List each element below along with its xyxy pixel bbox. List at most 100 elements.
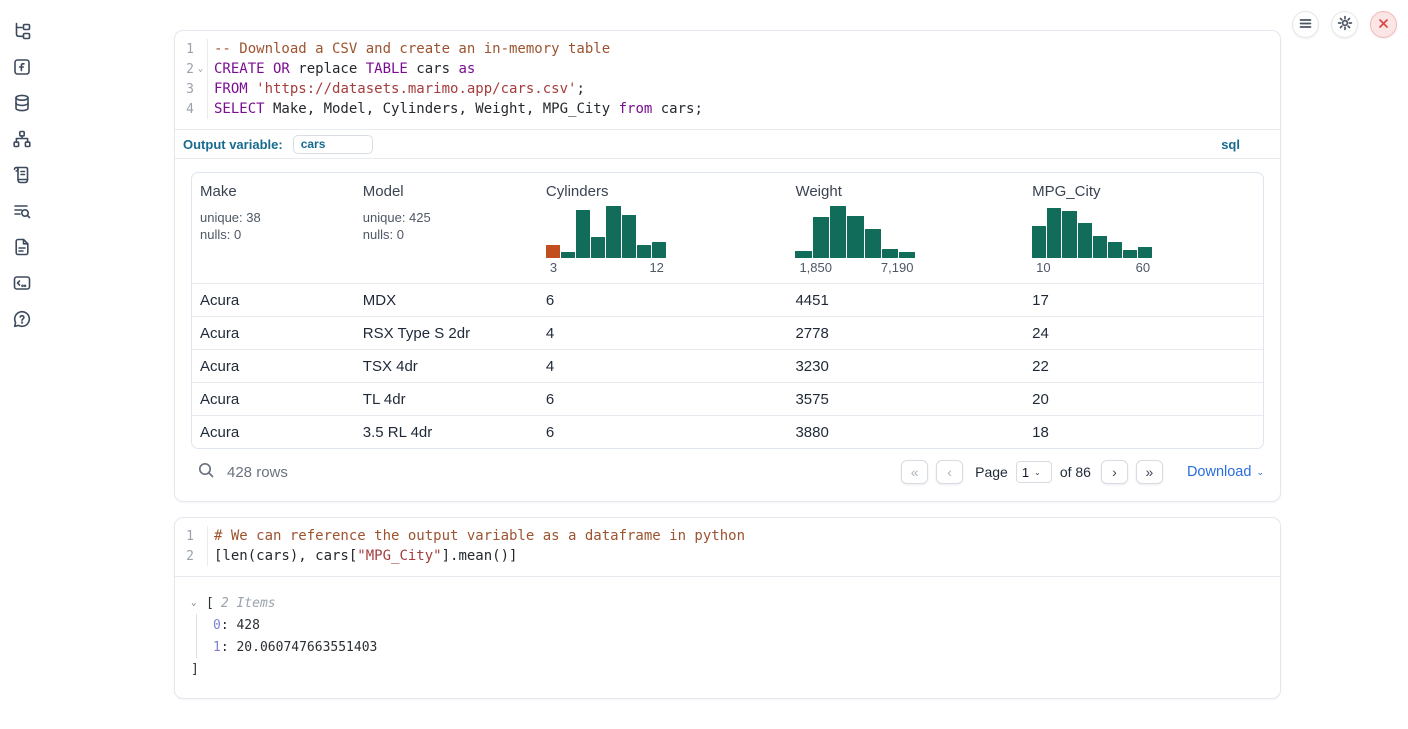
sidebar-item-variables[interactable] <box>4 50 40 86</box>
column-histogram: 312 <box>546 206 666 275</box>
page-select-value: 1 <box>1022 465 1029 480</box>
column-name: Model <box>363 183 532 200</box>
sql-code-editor[interactable]: 1 -- Download a CSV and create an in-memo… <box>175 31 1280 129</box>
tree-entry: 1: 20.060747663551403 <box>213 636 1264 658</box>
column-stats: unique: 38nulls: 0 <box>200 209 349 243</box>
column-histogram: 1,8507,190 <box>795 206 915 275</box>
column-header[interactable]: Makeunique: 38nulls: 0 <box>192 173 355 283</box>
histogram-bar <box>899 252 915 258</box>
download-button[interactable]: Download ⌄ <box>1187 464 1264 480</box>
next-page-button[interactable]: › <box>1101 460 1128 484</box>
code-text: FROM 'https://datasets.marimo.app/cars.c… <box>208 81 585 97</box>
column-header[interactable]: Modelunique: 425nulls: 0 <box>355 173 538 283</box>
file-tree-icon <box>12 21 32 44</box>
histogram-bar <box>795 251 811 258</box>
table-cell: 2778 <box>787 317 1024 349</box>
histogram-bar <box>882 249 898 258</box>
column-header[interactable]: MPG_City1060 <box>1024 173 1263 283</box>
table-cell: 4451 <box>787 284 1024 316</box>
stat-line: unique: 425 <box>363 209 532 226</box>
line-number: 4 <box>186 102 194 117</box>
last-page-button[interactable]: » <box>1136 460 1163 484</box>
axis-max-label: 7,190 <box>881 260 914 275</box>
table-cell: 3.5 RL 4dr <box>355 416 538 448</box>
download-label: Download <box>1187 464 1252 480</box>
page-select[interactable]: 1 ⌄ <box>1016 461 1052 483</box>
python-code-editor[interactable]: 1# We can reference the output variable … <box>175 518 1280 576</box>
code-token: ; <box>576 81 584 97</box>
stat-line: unique: 38 <box>200 209 349 226</box>
column-header[interactable]: Weight1,8507,190 <box>787 173 1024 283</box>
code-token: -- Download a CSV and create an in-memor… <box>214 41 610 57</box>
histogram-bar <box>622 215 636 258</box>
table-row[interactable]: AcuraRSX Type S 2dr4277824 <box>192 316 1263 349</box>
code-text: # We can reference the output variable a… <box>208 528 745 544</box>
code-line: 3 FROM 'https://datasets.marimo.app/cars.… <box>175 79 1280 99</box>
page-label: Page <box>975 464 1008 480</box>
histogram-bars <box>795 206 915 258</box>
settings-button[interactable] <box>1331 11 1358 38</box>
file-text-icon <box>12 237 32 260</box>
line-gutter: 3 <box>175 79 208 99</box>
histogram-bar <box>1078 223 1092 258</box>
output-variable-label: Output variable: <box>183 137 283 152</box>
line-gutter: 4 <box>175 99 208 119</box>
histogram-bar <box>652 242 666 258</box>
table-cell: 6 <box>538 284 788 316</box>
line-gutter: 1 <box>175 39 208 59</box>
notebook: 1 -- Download a CSV and create an in-memo… <box>174 30 1281 699</box>
close-bracket: ] <box>191 658 1264 680</box>
table-row[interactable]: AcuraMDX6445117 <box>192 283 1263 316</box>
table-cell: Acura <box>192 350 355 382</box>
menu-button[interactable] <box>1292 11 1319 38</box>
first-page-button[interactable]: « <box>901 460 928 484</box>
table-cell: 18 <box>1024 416 1263 448</box>
tree-root-row: ⌄ [ 2 Items <box>191 592 1264 614</box>
code-line: 1# We can reference the output variable … <box>175 526 1280 546</box>
search-icon[interactable] <box>197 461 215 483</box>
sidebar-item-help[interactable] <box>4 302 40 338</box>
table-cell: RSX Type S 2dr <box>355 317 538 349</box>
table-row[interactable]: Acura3.5 RL 4dr6388018 <box>192 415 1263 448</box>
sidebar-item-documentation[interactable] <box>4 230 40 266</box>
sidebar-item-logs[interactable] <box>4 194 40 230</box>
histogram-bar <box>561 252 575 258</box>
histogram-bars <box>1032 206 1152 258</box>
sidebar-item-datasources[interactable] <box>4 86 40 122</box>
gear-icon <box>1337 15 1353 34</box>
pagination: « ‹ Page 1 ⌄ of 86 › » Download ⌄ <box>901 460 1264 484</box>
table-cell: 4 <box>538 317 788 349</box>
code-line: 4SELECT Make, Model, Cylinders, Weight, … <box>175 99 1280 119</box>
table-cell: 3575 <box>787 383 1024 415</box>
tree-entry-key: 0 <box>213 618 221 633</box>
prev-page-button[interactable]: ‹ <box>936 460 963 484</box>
sidebar-item-dependency-graph[interactable] <box>4 122 40 158</box>
code-line: 2⌄CREATE OR replace TABLE cars as <box>175 59 1280 79</box>
table-cell: Acura <box>192 317 355 349</box>
histogram-bar <box>1138 247 1152 258</box>
output-variable-input[interactable] <box>293 135 373 154</box>
sidebar-item-scratchpad[interactable] <box>4 158 40 194</box>
scroll-icon <box>12 165 32 188</box>
code-token: cars; <box>652 101 703 117</box>
column-header[interactable]: Cylinders312 <box>538 173 788 283</box>
code-token: replace <box>290 61 366 77</box>
line-number: 3 <box>186 82 194 97</box>
sidebar-item-file-explorer[interactable] <box>4 14 40 50</box>
collapse-chevron-icon[interactable]: ⌄ <box>191 598 206 608</box>
sql-cell: 1 -- Download a CSV and create an in-memo… <box>174 30 1281 502</box>
table-cell: 17 <box>1024 284 1263 316</box>
table-row[interactable]: AcuraTL 4dr6357520 <box>192 382 1263 415</box>
histogram-bar <box>1032 226 1046 258</box>
table-cell: 24 <box>1024 317 1263 349</box>
code-token: "MPG_City" <box>357 548 441 564</box>
table-row[interactable]: AcuraTSX 4dr4323022 <box>192 349 1263 382</box>
table-cell: TSX 4dr <box>355 350 538 382</box>
page-total-label: of 86 <box>1060 464 1091 480</box>
sidebar-item-snippets[interactable] <box>4 266 40 302</box>
fold-chevron-icon[interactable]: ⌄ <box>194 64 207 74</box>
code-text: -- Download a CSV and create an in-memor… <box>208 41 610 57</box>
histogram-bar <box>813 217 829 258</box>
table-cell: Acura <box>192 383 355 415</box>
shutdown-button[interactable] <box>1370 11 1397 38</box>
